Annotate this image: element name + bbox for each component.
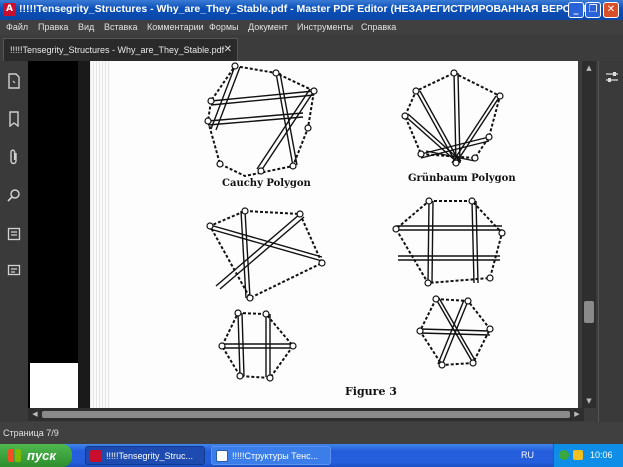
page-gutter [78, 61, 90, 408]
start-button[interactable]: пуск [0, 444, 72, 467]
page-thumbnails-icon[interactable] [5, 73, 23, 91]
grunbaum-polygon-label: Grünbaum Polygon [408, 173, 516, 184]
hexagon-grid-figure [392, 197, 506, 287]
taskbar-item-label: !!!!!Tensegrity_Struc... [106, 451, 194, 461]
taskbar-item-pdf-editor[interactable]: !!!!!Tensegrity_Struc... [85, 446, 205, 465]
scroll-up-icon[interactable]: ▲ [584, 63, 594, 73]
language-indicator[interactable]: RU [521, 450, 534, 460]
menu-view[interactable]: Вид [78, 22, 94, 32]
scroll-left-icon[interactable]: ◀ [30, 409, 40, 419]
left-sidebar [0, 61, 28, 422]
start-label: пуск [27, 448, 56, 463]
menu-document[interactable]: Документ [248, 22, 288, 32]
document-icon [216, 450, 228, 462]
app-icon: A [3, 3, 16, 16]
menu-tools[interactable]: Инструменты [297, 22, 353, 32]
previous-page-scan-white [30, 363, 78, 408]
taskbar-item-word-document[interactable]: !!!!!Структуры Тенс... [211, 446, 331, 465]
menu-insert[interactable]: Вставка [104, 22, 137, 32]
properties-sliders-icon[interactable] [605, 69, 619, 89]
small-hexagon-figure [218, 309, 297, 382]
security-tray-icon[interactable] [573, 450, 583, 460]
document-tab[interactable]: !!!!!Tensegrity_Structures - Why_are_The… [3, 38, 238, 61]
grunbaum-polygon-figure [401, 69, 504, 167]
bookmarks-icon[interactable] [5, 111, 23, 129]
pdf-editor-icon [90, 450, 102, 462]
cauchy-polygon-label: Cauchy Polygon [222, 178, 312, 189]
properties-panel [598, 61, 623, 422]
maximize-button[interactable]: ❐ [585, 2, 601, 18]
horizontal-scrollbar[interactable]: ◀ ▶ [28, 408, 584, 421]
network-tray-icon[interactable] [559, 450, 569, 460]
layers-icon[interactable] [5, 227, 23, 245]
figure-3-drawing: Cauchy Polygon Grünbaum Polygon Figure 3 [204, 62, 516, 398]
system-tray: 10:06 [553, 444, 623, 467]
minimize-button[interactable]: _ [568, 2, 584, 18]
windows-logo-icon [8, 449, 21, 462]
tab-close-icon[interactable]: ✕ [224, 44, 232, 55]
cauchy-polygon-figure [204, 62, 318, 178]
previous-page-scan [28, 61, 78, 408]
status-bar: Страница 7/9 [0, 422, 623, 444]
menu-edit[interactable]: Правка [38, 22, 68, 32]
star-hexagon-figure [416, 295, 494, 369]
scroll-down-icon[interactable]: ▼ [584, 396, 594, 406]
window-title: !!!!!Tensegrity_Structures - Why_are_The… [19, 3, 589, 15]
scroll-right-icon[interactable]: ▶ [572, 409, 582, 419]
menu-file[interactable]: Файл [6, 22, 28, 32]
menu-comments[interactable]: Комментарии [147, 22, 204, 32]
attachments-icon[interactable] [5, 149, 23, 167]
quadrilateral-figure [206, 207, 326, 302]
document-tab-label: !!!!!Tensegrity_Structures - Why_are_The… [10, 45, 225, 55]
clock: 10:06 [590, 450, 613, 460]
close-button[interactable]: ✕ [603, 2, 619, 18]
page-indicator: Страница 7/9 [3, 428, 59, 438]
menu-bar: Файл Правка Вид Вставка Комментарии Форм… [0, 20, 623, 35]
menu-help[interactable]: Справка [361, 22, 396, 32]
title-bar: A !!!!!Tensegrity_Structures - Why_are_T… [0, 0, 623, 20]
document-viewport[interactable]: Cauchy Polygon Grünbaum Polygon Figure 3 [28, 61, 578, 408]
horizontal-scroll-thumb[interactable] [42, 411, 570, 418]
taskbar-item-label: !!!!!Структуры Тенс... [232, 451, 319, 461]
figure-caption: Figure 3 [345, 385, 397, 398]
search-icon[interactable] [5, 188, 23, 206]
vertical-scroll-thumb[interactable] [584, 301, 594, 323]
menu-forms[interactable]: Формы [209, 22, 239, 32]
vertical-scrollbar[interactable]: ▲ ▼ [582, 61, 596, 408]
signatures-icon[interactable] [5, 263, 23, 281]
